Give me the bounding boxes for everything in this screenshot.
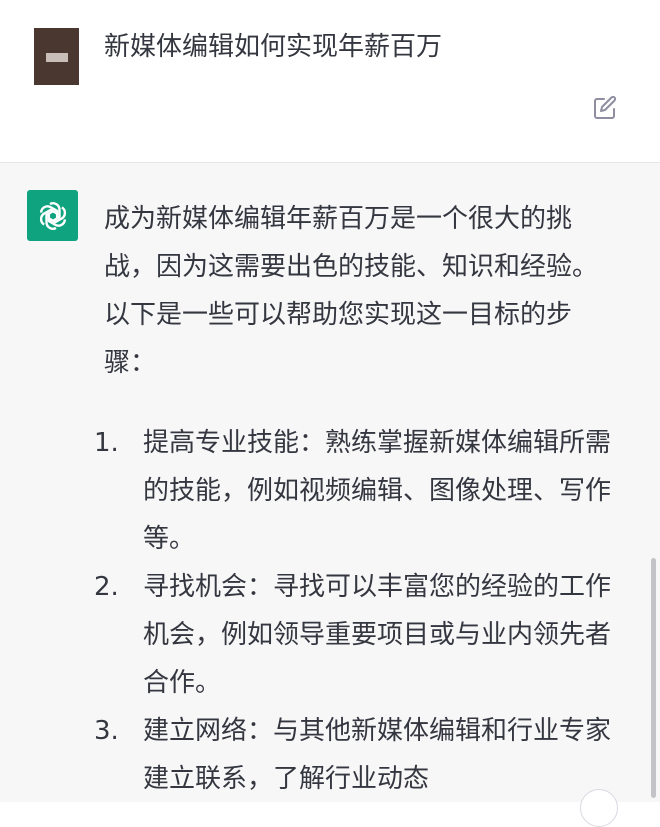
step-number: 2. (94, 572, 119, 602)
list-item: 1. 提高专业技能：熟练掌握新媒体编辑所需的技能，例如视频编辑、图像处理、写作等… (94, 419, 624, 563)
step-text: 寻找机会：寻找可以丰富您的经验的工作机会，例如领导重要项目或与业内领先者合作。 (143, 572, 612, 698)
list-item: 2. 寻找机会：寻找可以丰富您的经验的工作机会，例如领导重要项目或与业内领先者合… (94, 563, 624, 707)
user-avatar (34, 28, 79, 85)
reply-intro: 成为新媒体编辑年薪百万是一个很大的挑战，因为这需要出色的技能、知识和经验。以下是… (104, 204, 599, 378)
step-number: 3. (94, 716, 119, 746)
step-text: 提高专业技能：熟练掌握新媒体编辑所需的技能，例如视频编辑、图像处理、写作等。 (143, 428, 612, 554)
list-item: 3. 建立网络：与其他新媒体编辑和行业专家建立联系，了解行业动态 (94, 707, 624, 803)
avatar-blur (46, 53, 68, 62)
scrollbar[interactable] (651, 558, 656, 798)
scroll-down-button[interactable] (580, 789, 618, 827)
steps-list: 1. 提高专业技能：熟练掌握新媒体编辑所需的技能，例如视频编辑、图像处理、写作等… (94, 419, 624, 803)
user-message-row: 新媒体编辑如何实现年薪百万 (0, 0, 660, 163)
step-text: 建立网络：与其他新媒体编辑和行业专家建立联系，了解行业动态 (143, 716, 612, 794)
openai-logo-icon (27, 190, 78, 241)
step-number: 1. (94, 428, 119, 458)
edit-icon[interactable] (592, 95, 618, 121)
user-message-text: 新媒体编辑如何实现年薪百万 (104, 32, 443, 62)
assistant-message-text: 成为新媒体编辑年薪百万是一个很大的挑战，因为这需要出色的技能、知识和经验。以下是… (94, 195, 614, 794)
assistant-message-row: 成为新媒体编辑年薪百万是一个很大的挑战，因为这需要出色的技能、知识和经验。以下是… (0, 163, 660, 827)
